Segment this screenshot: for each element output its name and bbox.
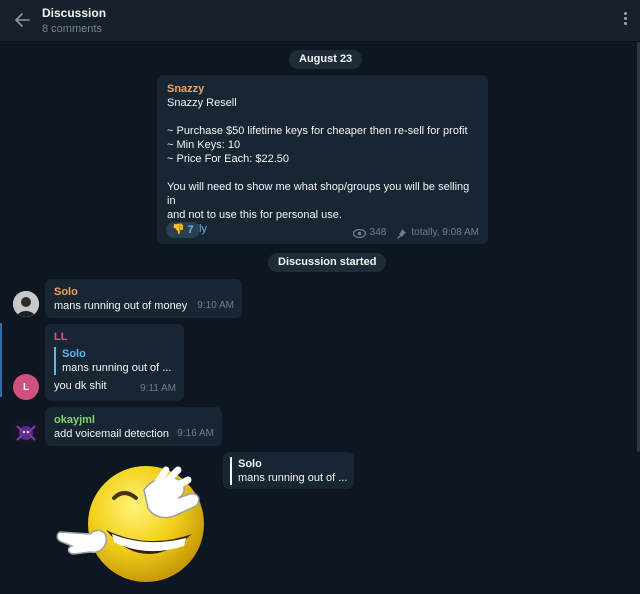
avatar-okayjml-icon [13, 420, 39, 446]
sticker-reply-preview[interactable]: Solo mans running out of ... [223, 452, 354, 489]
date-separator: August 23 [289, 50, 363, 69]
avatar[interactable]: L [13, 374, 39, 400]
reply-author: Solo [62, 348, 86, 360]
discussion-window: Discussion 8 comments August 23 Snazzy S… [0, 0, 640, 594]
post-line: Snazzy Resell [167, 97, 237, 109]
unread-indicator [0, 323, 2, 397]
avatar[interactable] [13, 420, 39, 446]
reply-text: mans running out of ... [238, 472, 347, 484]
message-bubble[interactable]: Solo mans running out of money 9:10 AM [45, 279, 242, 318]
message-time: 9:16 AM [177, 428, 214, 439]
post-line: ~ Min Keys: 10 [167, 139, 241, 151]
post-line [167, 166, 478, 180]
message-time: 9:11 AM [140, 383, 176, 394]
reply-preview[interactable]: Solo mans running out of ... [54, 347, 175, 375]
message-bubble[interactable]: LL Solo mans running out of ... you dk s… [45, 324, 184, 401]
reply-preview[interactable]: Solo mans running out of ... [230, 457, 347, 485]
post-body: Snazzy Resell ~ Purchase $50 lifetime ke… [167, 96, 478, 236]
eye-icon [352, 228, 366, 238]
chat-header: Discussion 8 comments [0, 0, 640, 42]
avatar-solo-icon [13, 291, 39, 317]
reaction-count: 7 [187, 224, 194, 236]
avatar[interactable] [13, 291, 39, 317]
more-options-icon[interactable] [618, 10, 632, 32]
message-author[interactable]: Solo [54, 285, 233, 299]
avatar-letter: L [22, 381, 30, 393]
post-meta: 348 totally, 9:08 AM [352, 226, 479, 240]
back-arrow-icon[interactable] [12, 9, 34, 31]
post-line: and not to use this for personal use. [167, 209, 342, 221]
post-signature: totally, 9:08 AM [411, 227, 479, 238]
message-bubble[interactable]: okayjml add voicemail detection 9:16 AM [45, 407, 222, 446]
message-author[interactable]: okayjml [54, 413, 213, 427]
thumbs-down-icon: 👎 [172, 224, 185, 235]
reply-text: mans running out of ... [62, 362, 172, 374]
post-line: You will need to show me what shop/group… [167, 181, 470, 207]
post-line: ~ Price For Each: $22.50 [167, 153, 289, 165]
post-author[interactable]: Snazzy [167, 82, 478, 96]
channel-post[interactable]: Snazzy Snazzy Resell ~ Purchase $50 life… [157, 75, 488, 244]
header-title: Discussion [42, 6, 107, 20]
post-line [167, 110, 478, 124]
reply-author: Solo [238, 458, 262, 470]
message-author[interactable]: LL [54, 330, 175, 344]
post-line: ~ Purchase $50 lifetime keys for cheaper… [167, 125, 468, 137]
reaction-button[interactable]: 👎 7 [166, 222, 200, 238]
discussion-started-label: Discussion started [268, 253, 387, 272]
pin-icon [397, 228, 407, 239]
comment-count: 8 comments [42, 23, 102, 35]
message-time: 9:10 AM [197, 300, 234, 311]
laughing-emoji-sticker[interactable] [54, 458, 214, 588]
view-count: 348 [369, 227, 387, 238]
